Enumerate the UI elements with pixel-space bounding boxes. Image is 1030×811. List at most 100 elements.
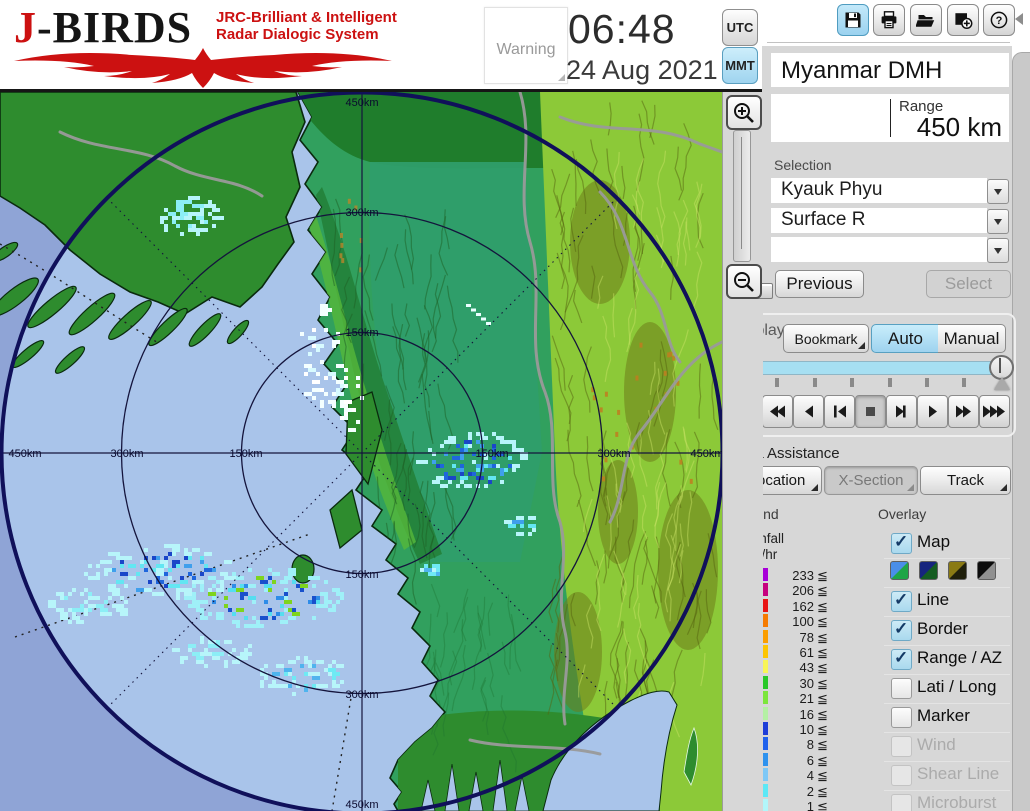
range-divider: [890, 99, 891, 137]
range-ring-label: 150km: [345, 569, 378, 581]
range-ring-label: 450km: [690, 448, 722, 460]
utc-button[interactable]: UTC: [722, 9, 758, 46]
legend-lte-icon: ≦: [817, 645, 828, 661]
legend-lte-icon: ≦: [817, 630, 828, 646]
eagle-logo-icon: [12, 47, 394, 89]
legend-lte-icon: ≦: [817, 799, 828, 811]
auto-button[interactable]: Auto: [871, 324, 940, 353]
shear-line-checkbox[interactable]: [891, 765, 912, 786]
chevron-down-icon: [994, 219, 1002, 225]
zoom-out-button[interactable]: [726, 264, 762, 299]
check-icon: ✓: [894, 619, 908, 639]
clock-date: 24 Aug 2021: [566, 55, 718, 86]
zoom-slider[interactable]: [733, 130, 751, 262]
replay-slider-track[interactable]: [738, 361, 1003, 375]
stop-icon: [865, 405, 877, 418]
warning-panel[interactable]: Warning: [484, 7, 568, 84]
selection-dropdown-1: Kyauk Phyu: [771, 178, 1009, 203]
legend-lte-icon: ≦: [817, 583, 828, 599]
bookmark-button[interactable]: Bookmark: [783, 324, 869, 353]
toolbar-divider: [767, 42, 1010, 43]
logo-subtitle: JRC-Brilliant & Intelligent Radar Dialog…: [216, 9, 397, 43]
help-button[interactable]: ?: [983, 4, 1015, 36]
legend-value: 162: [770, 599, 814, 614]
range-ring-label: 150km: [345, 327, 378, 339]
panel-collapse-arrow-icon[interactable]: [1015, 13, 1023, 25]
overlay-row-border: ✓Border: [884, 617, 1010, 646]
print-button[interactable]: [873, 4, 905, 36]
slider-range-marker-icon[interactable]: [994, 377, 1010, 390]
legend-value: 233: [770, 568, 814, 583]
map-style-swatch-2[interactable]: [919, 561, 938, 580]
mmt-button[interactable]: MMT: [722, 47, 758, 84]
logo-j: J: [14, 3, 37, 52]
zoom-in-button[interactable]: [726, 95, 762, 130]
lati-long-checkbox[interactable]: [891, 678, 912, 699]
add-image-button[interactable]: [947, 4, 979, 36]
dropdown-value[interactable]: Surface R: [771, 208, 987, 233]
manual-button[interactable]: Manual: [938, 324, 1006, 353]
range-ring-label: 300km: [597, 448, 630, 460]
overlay-item-label: Line: [917, 590, 949, 610]
range-value: 450 km: [917, 112, 1002, 143]
step-forward-icon: [895, 405, 909, 418]
app-logo: J-BIRDS: [14, 2, 192, 53]
map-style-swatch-3[interactable]: [948, 561, 967, 580]
menu-corner-icon: [811, 484, 818, 491]
overlay-item-label: Lati / Long: [917, 677, 996, 697]
step-back-button[interactable]: [824, 395, 855, 428]
print-icon: [879, 10, 899, 30]
map-checkbox[interactable]: ✓: [891, 533, 912, 554]
overlay-item-label: Map: [917, 532, 950, 552]
open-folder-button[interactable]: [910, 4, 942, 36]
range-az-checkbox[interactable]: ✓: [891, 649, 912, 670]
help-icon: ?: [989, 10, 1009, 30]
x-section-button[interactable]: X-Section: [824, 466, 918, 495]
play-reverse-button[interactable]: [793, 395, 824, 428]
fast-forward-button[interactable]: [948, 395, 979, 428]
station-name-box: Myanmar DMH: [771, 53, 1009, 87]
slider-tick: [775, 378, 779, 387]
legend-value: 78: [770, 630, 814, 645]
resize-grip-icon[interactable]: [558, 74, 565, 81]
overlay-row-map: ✓Map: [884, 530, 1010, 559]
legend-value: 43: [770, 660, 814, 675]
previous-button[interactable]: Previous: [775, 270, 864, 298]
magnifier-minus-icon: [732, 270, 756, 294]
stop-button[interactable]: [855, 395, 886, 428]
map-style-swatch-1[interactable]: [890, 561, 909, 580]
play-button[interactable]: [917, 395, 948, 428]
dropdown-arrow-button[interactable]: [987, 209, 1009, 234]
wind-checkbox[interactable]: [891, 736, 912, 757]
save-button[interactable]: [837, 4, 869, 36]
check-icon: ✓: [894, 648, 908, 668]
menu-corner-icon: [907, 484, 914, 491]
dropdown-value[interactable]: Kyauk Phyu: [771, 178, 987, 203]
magnifier-plus-icon: [732, 101, 756, 125]
chevron-down-icon: [994, 248, 1002, 254]
play-icon: [928, 405, 938, 418]
legend-lte-icon: ≦: [817, 768, 828, 784]
map-style-swatch-4[interactable]: [977, 561, 996, 580]
range-ring-label: 300km: [110, 448, 143, 460]
fast-forward-icon: [955, 405, 973, 418]
logo-subtitle-1: JRC-Brilliant & Intelligent: [216, 9, 397, 26]
select-button[interactable]: Select: [926, 270, 1011, 298]
radar-map[interactable]: 450km300km150km150km300km450km450km300km…: [0, 92, 722, 811]
dropdown-value[interactable]: [771, 237, 987, 262]
line-checkbox[interactable]: ✓: [891, 591, 912, 612]
border-checkbox[interactable]: ✓: [891, 620, 912, 641]
legend-value: 100: [770, 614, 814, 629]
skip-end-button[interactable]: [979, 395, 1010, 428]
overlay-row-microburst: Microburst: [884, 791, 1010, 811]
legend-lte-icon: ≦: [817, 660, 828, 676]
step-forward-button[interactable]: [886, 395, 917, 428]
fast-rewind-button[interactable]: [762, 395, 793, 428]
microburst-checkbox[interactable]: [891, 794, 912, 811]
svg-text:?: ?: [996, 15, 1003, 27]
range-box: Range 450 km: [771, 94, 1009, 142]
track-button[interactable]: Track: [920, 466, 1011, 495]
marker-checkbox[interactable]: [891, 707, 912, 728]
dropdown-arrow-button[interactable]: [987, 179, 1009, 204]
dropdown-arrow-button[interactable]: [987, 238, 1009, 263]
